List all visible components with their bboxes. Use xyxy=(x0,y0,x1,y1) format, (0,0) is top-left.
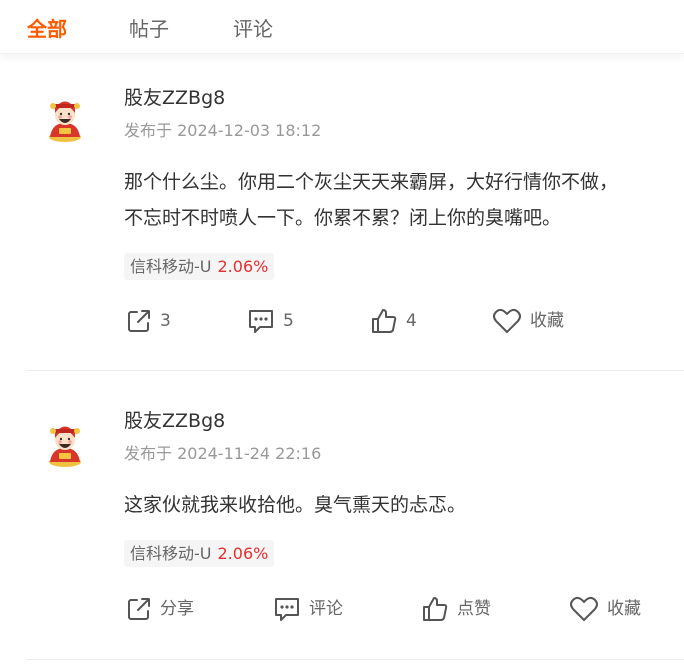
post-divider xyxy=(27,370,684,371)
stock-change: 2.06% xyxy=(217,257,269,276)
post-timestamp: 发布于 2024-11-24 22:16 xyxy=(124,444,322,463)
post-timestamp: 发布于 2024-12-03 18:12 xyxy=(124,121,322,140)
tab-posts[interactable]: 帖子 xyxy=(129,15,169,43)
favorite-button[interactable]: 收藏 xyxy=(569,594,641,624)
fortune-god-avatar-icon xyxy=(49,101,81,142)
favorite-button[interactable]: 收藏 xyxy=(492,306,564,336)
post-divider xyxy=(27,659,684,660)
post-content-line: 那个什么尘。你用二个灰尘天天来霸屏，大好行情你不做， xyxy=(124,171,619,193)
username[interactable]: 股友ZZBg8 xyxy=(124,86,225,110)
post-card: 股友ZZBg8 发布于 2024-12-03 18:12 那个什么尘。你用二个灰… xyxy=(0,55,684,371)
stock-change: 2.06% xyxy=(217,544,269,563)
comment-icon xyxy=(249,310,273,333)
post-content-line: 这家伙就我来收拾他。臭气熏天的忐忑。 xyxy=(124,494,467,516)
post-content-line: 不忘时不时喷人一下。你累不累？闭上你的臭嘴吧。 xyxy=(124,207,562,229)
like-count: 4 xyxy=(406,311,417,331)
post-content[interactable]: 那个什么尘。你用二个灰尘天天来霸屏，大好行情你不做， 不忘时不时喷人一下。你累不… xyxy=(124,164,684,236)
stock-name: 信科移动-U xyxy=(130,544,212,563)
username[interactable]: 股友ZZBg8 xyxy=(124,409,225,433)
tab-comments[interactable]: 评论 xyxy=(233,15,273,43)
comment-button[interactable]: 评论 xyxy=(273,594,343,624)
share-button[interactable]: 分享 xyxy=(126,594,194,624)
favorite-label: 收藏 xyxy=(530,311,564,331)
post-content[interactable]: 这家伙就我来收拾他。臭气熏天的忐忑。 xyxy=(124,487,684,523)
stock-tag[interactable]: 信科移动-U 2.06% xyxy=(124,253,275,280)
heart-icon xyxy=(493,308,521,333)
comment-label: 评论 xyxy=(309,599,343,619)
tab-bar: 全部 帖子 评论 xyxy=(0,0,684,54)
avatar[interactable] xyxy=(40,93,90,143)
like-label: 点赞 xyxy=(457,599,491,619)
share-icon xyxy=(128,598,150,620)
like-button[interactable]: 4 xyxy=(370,306,417,336)
post-card: 股友ZZBg8 发布于 2024-11-24 22:16 这家伙就我来收拾他。臭… xyxy=(0,372,684,660)
share-count: 3 xyxy=(160,311,171,331)
tab-all[interactable]: 全部 xyxy=(27,15,67,43)
favorite-label: 收藏 xyxy=(607,599,641,619)
share-label: 分享 xyxy=(160,599,194,619)
heart-icon xyxy=(570,596,598,621)
comment-button[interactable]: 5 xyxy=(247,306,294,336)
like-button[interactable]: 点赞 xyxy=(421,594,491,624)
stock-name: 信科移动-U xyxy=(130,257,212,276)
thumbs-up-icon xyxy=(423,597,448,621)
stock-tag[interactable]: 信科移动-U 2.06% xyxy=(124,540,275,567)
comment-count: 5 xyxy=(283,311,294,331)
thumbs-up-icon xyxy=(372,309,397,333)
fortune-god-avatar-icon xyxy=(49,426,81,467)
avatar[interactable] xyxy=(40,418,90,468)
comment-icon xyxy=(275,598,299,621)
share-button[interactable]: 3 xyxy=(126,306,171,336)
share-icon xyxy=(128,310,150,332)
